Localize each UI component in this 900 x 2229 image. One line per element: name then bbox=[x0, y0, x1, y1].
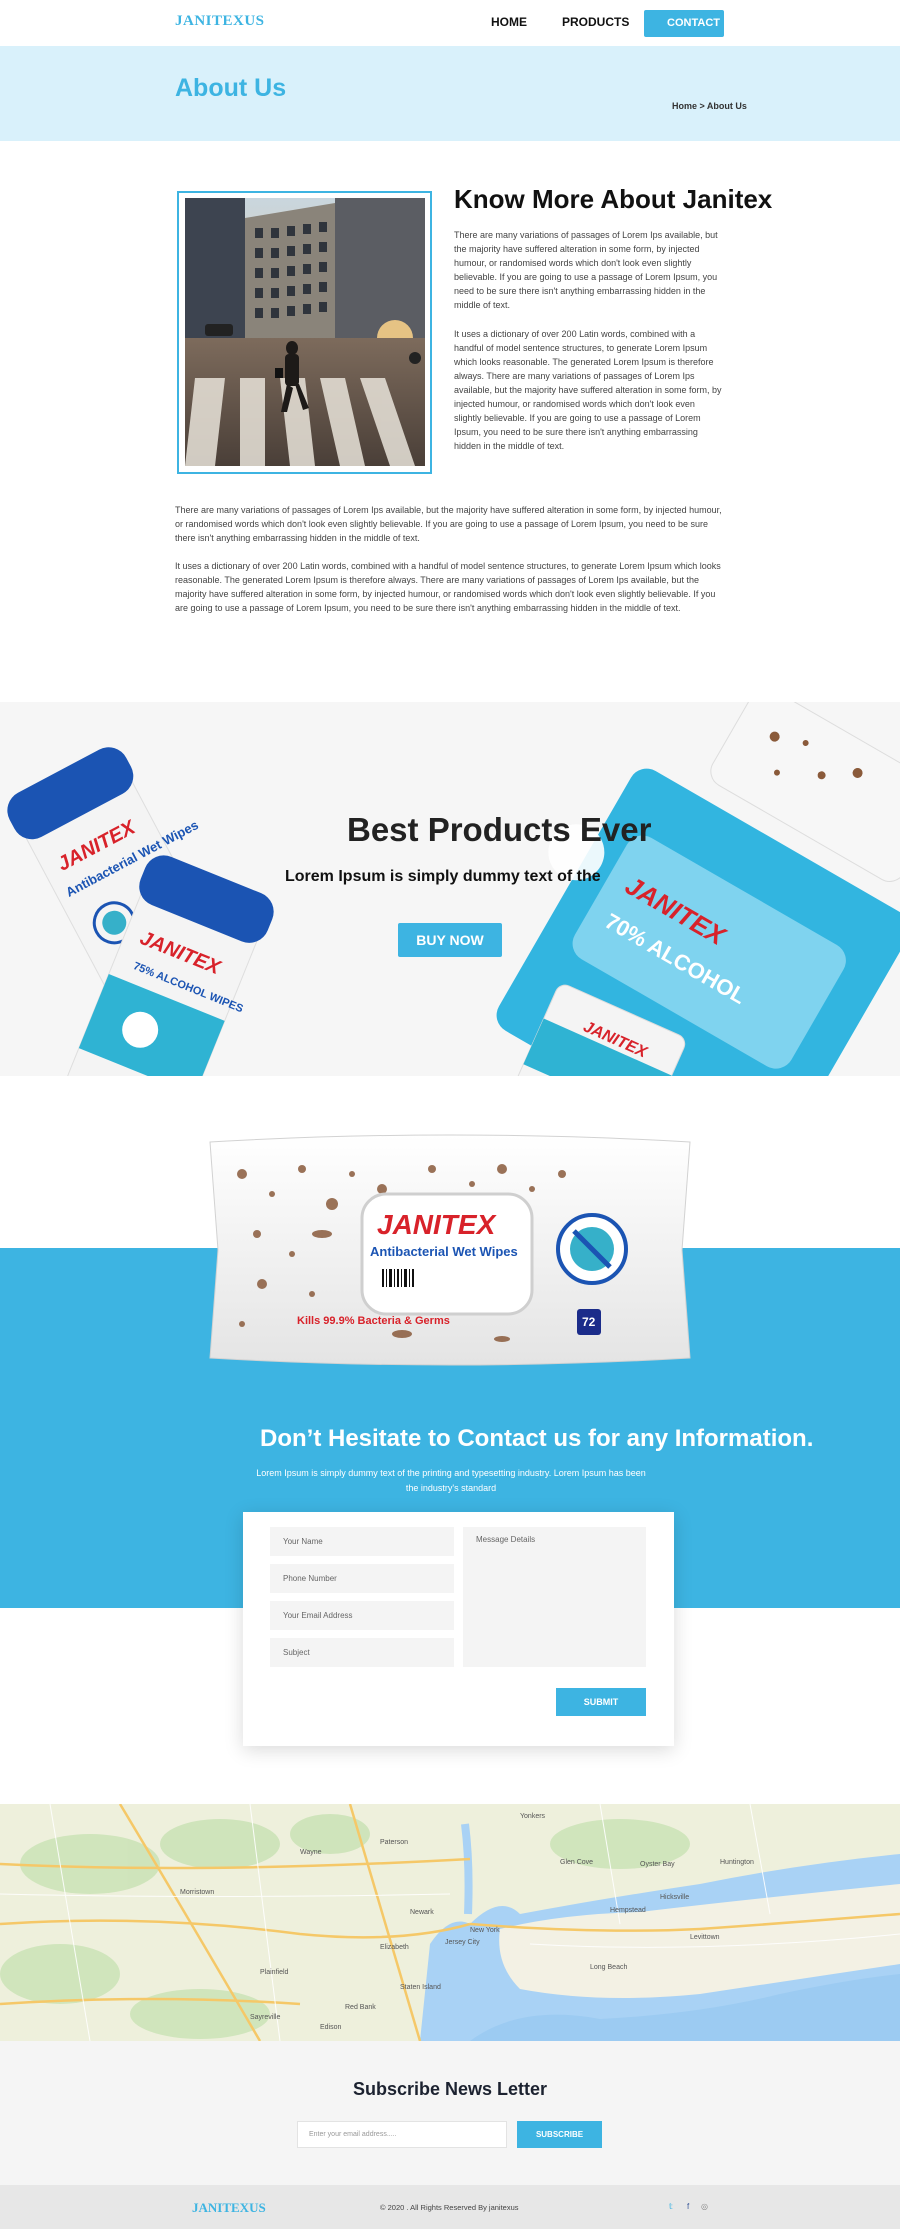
phone-input[interactable]: Phone Number bbox=[270, 1564, 454, 1593]
email-input[interactable]: Your Email Address bbox=[270, 1601, 454, 1630]
message-textarea[interactable]: Message Details bbox=[463, 1527, 646, 1667]
map-place-label: Long Beach bbox=[590, 1964, 627, 1971]
footer-logo[interactable]: JANITEXUS bbox=[192, 2200, 266, 2216]
nav-contact-button[interactable]: CONTACT bbox=[644, 10, 724, 37]
products-subtitle: Lorem Ipsum is simply dummy text of the bbox=[285, 868, 601, 885]
nav-products-link[interactable]: PRODUCTS bbox=[562, 15, 629, 29]
site-logo[interactable]: JANITEXUS bbox=[175, 13, 265, 30]
contact-form: Your Name Phone Number Your Email Addres… bbox=[243, 1512, 674, 1746]
contact-heading: Don’t Hesitate to Contact us for any Inf… bbox=[260, 1425, 814, 1452]
city-street-photo bbox=[185, 198, 425, 466]
map-place-label: Hicksville bbox=[660, 1894, 689, 1901]
subject-input[interactable]: Subject bbox=[270, 1638, 454, 1667]
name-input[interactable]: Your Name bbox=[270, 1527, 454, 1556]
map-place-label: Jersey City bbox=[445, 1939, 480, 1946]
map-place-label: Edison bbox=[320, 2024, 342, 2031]
map-place-label: Sayreville bbox=[250, 2014, 280, 2021]
about-paragraph-1: There are many variations of passages of… bbox=[454, 230, 718, 310]
newsletter-section: Subscribe News Letter Enter your email a… bbox=[0, 2041, 900, 2185]
buy-now-button[interactable]: BUY NOW bbox=[398, 923, 502, 957]
wet-wipes-pack-image: JANITEX Antibacterial Wet Wipes Kills 99… bbox=[209, 1134, 691, 1366]
about-paragraph-2: It uses a dictionary of over 200 Latin w… bbox=[454, 329, 722, 451]
page-banner: About Us Home > About Us bbox=[0, 46, 900, 141]
map-place-label: Oyster Bay bbox=[640, 1861, 675, 1868]
subscribe-button[interactable]: SUBSCRIBE bbox=[517, 2121, 602, 2148]
contact-description: Lorem Ipsum is simply dummy text of the … bbox=[256, 1468, 646, 1493]
map-place-label: Red Bank bbox=[345, 2004, 376, 2011]
top-navbar: JANITEXUS HOME PRODUCTS CONTACT bbox=[0, 0, 900, 46]
page-title: About Us bbox=[175, 74, 287, 102]
instagram-icon[interactable]: ◎ bbox=[701, 2202, 708, 2211]
nav-home-link[interactable]: HOME bbox=[491, 15, 527, 29]
products-artwork: JANITEX Antibacterial Wet Wipes JANITEX … bbox=[7, 702, 900, 1076]
about-wide-paragraph-1: There are many variations of passages of… bbox=[175, 505, 722, 543]
copyright-text: © 2020 . All Rights Reserved By janitexu… bbox=[380, 2203, 519, 2212]
map-place-label: Yonkers bbox=[520, 1813, 546, 1820]
about-section: Know More About Janitex There are many v… bbox=[0, 141, 900, 702]
facebook-icon[interactable]: f bbox=[687, 2202, 689, 2211]
map-place-label: Elizabeth bbox=[380, 1944, 409, 1951]
map-place-label: Hempstead bbox=[610, 1907, 646, 1914]
map-place-label: Huntington bbox=[720, 1859, 754, 1866]
about-wide-paragraph-2: It uses a dictionary of over 200 Latin w… bbox=[175, 561, 721, 613]
newsletter-email-input[interactable]: Enter your email address..... bbox=[297, 2121, 507, 2148]
map-place-label: Newark bbox=[410, 1909, 434, 1916]
map-place-label: Paterson bbox=[380, 1839, 408, 1846]
location-map[interactable]: Yonkers Newark New York Elizabeth Edison Hemp… bbox=[0, 1804, 900, 2041]
newsletter-heading: Subscribe News Letter bbox=[352, 2079, 548, 2099]
pack-label: Antibacterial Wet Wipes bbox=[370, 1244, 518, 1259]
map-place-label: Glen Cove bbox=[560, 1859, 593, 1866]
breadcrumb[interactable]: Home > About Us bbox=[672, 101, 747, 111]
products-section: JANITEX Antibacterial Wet Wipes JANITEX … bbox=[0, 702, 900, 1076]
map-place-label: Wayne bbox=[300, 1849, 322, 1856]
pack-brand: JANITEX bbox=[377, 1209, 498, 1240]
contact-section: JANITEX Antibacterial Wet Wipes Kills 99… bbox=[0, 1076, 900, 1804]
pack-kills-text: Kills 99.9% Bacteria & Germs bbox=[297, 1315, 450, 1327]
map-place-label: Morristown bbox=[180, 1889, 214, 1896]
products-heading: Best Products Ever bbox=[347, 811, 652, 848]
map-place-label: New York bbox=[470, 1927, 500, 1934]
map-place-label: Levittown bbox=[690, 1934, 720, 1941]
about-heading: Know More About Janitex bbox=[454, 184, 773, 214]
twitter-icon[interactable]: 𝕥 bbox=[669, 2202, 673, 2211]
pack-count-text: 72 bbox=[582, 1315, 596, 1329]
map-place-label: Staten Island bbox=[400, 1984, 441, 1991]
site-footer: JANITEXUS © 2020 . All Rights Reserved B… bbox=[0, 2185, 900, 2229]
submit-button[interactable]: SUBMIT bbox=[556, 1688, 646, 1716]
map-place-label: Plainfield bbox=[260, 1969, 289, 1976]
